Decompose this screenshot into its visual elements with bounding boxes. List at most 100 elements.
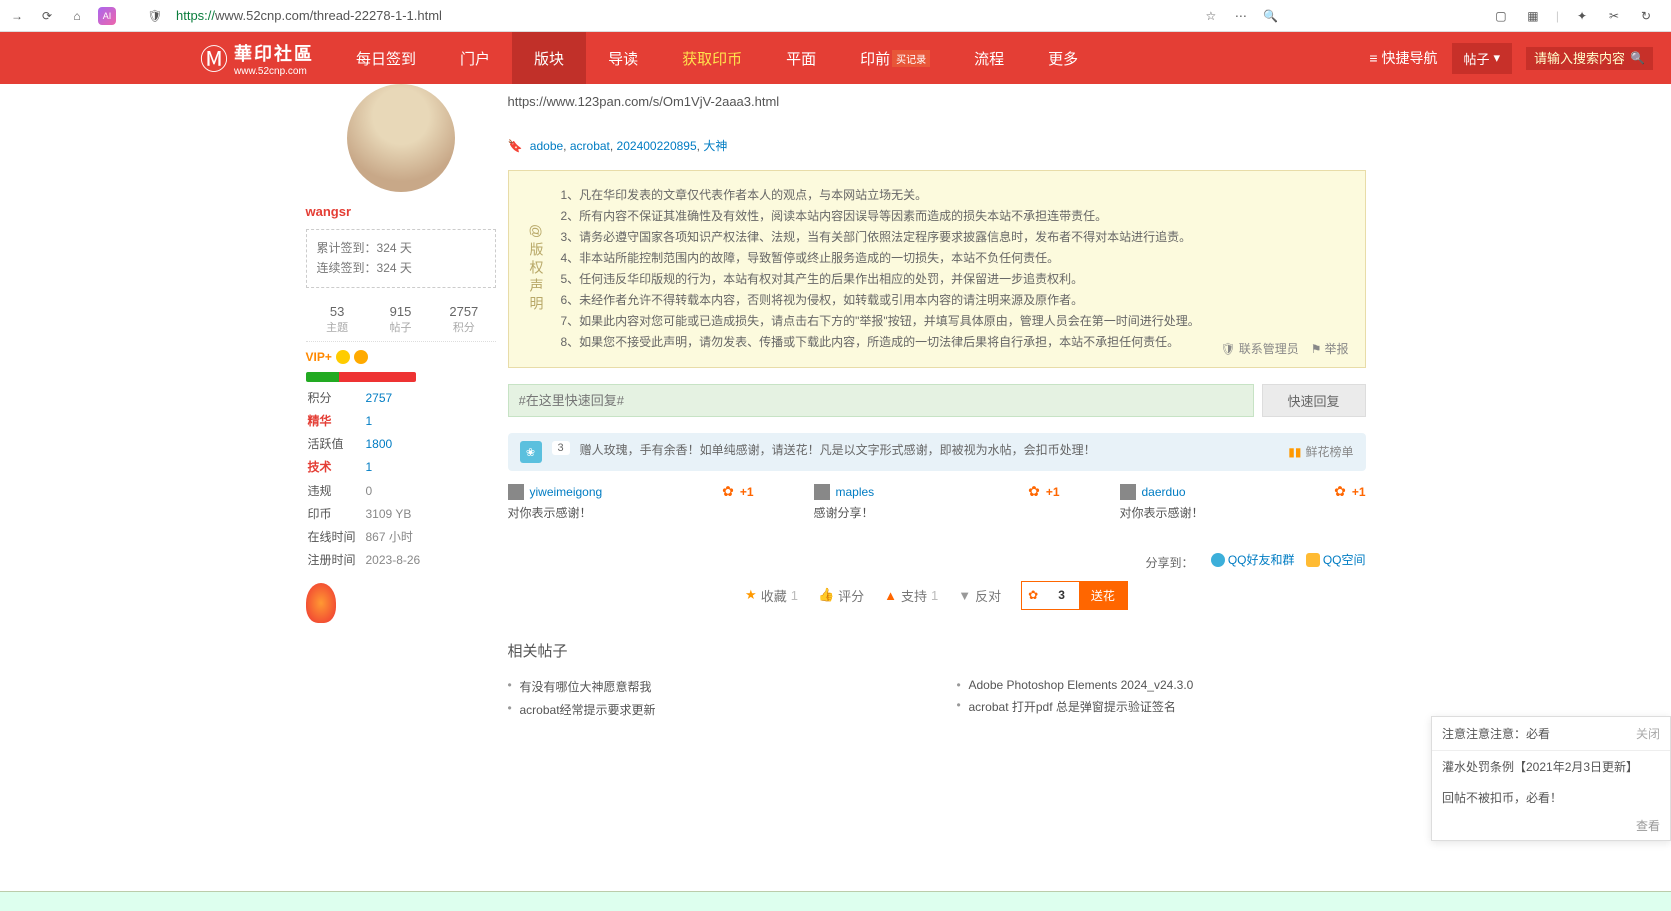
notice-footer[interactable]: 查看 (1432, 813, 1670, 840)
shield-icon: 🛡 (1220, 342, 1235, 356)
stat-threads[interactable]: 53主题 (306, 304, 369, 335)
tags-row: 🔖 adobe, acrobat, 202400220895, 大神 (508, 137, 1366, 154)
row-regtime: 注册时间2023-8-26 (308, 550, 494, 571)
related-link[interactable]: acrobat经常提示要求更新 (508, 698, 917, 721)
quick-reply-input[interactable] (508, 384, 1254, 417)
flower-icon: ✿ (1022, 583, 1044, 607)
browser-right-icons: ▢ ▦ | ✦ ✂ ↻ (1492, 7, 1663, 25)
notice-item[interactable]: 回帖不被扣币，必看！ (1432, 782, 1670, 813)
avatar[interactable] (347, 84, 455, 192)
tag-item[interactable]: 202400220895 (617, 139, 697, 153)
search-icon[interactable]: 🔍 (1630, 51, 1645, 65)
star-icon: ★ (745, 587, 757, 603)
disclaimer-title: @版权声明 (527, 185, 543, 353)
search-box: 🔍 (1526, 47, 1653, 70)
nav-plane[interactable]: 平面 (764, 32, 838, 84)
post-dropdown[interactable]: 帖子▾ (1452, 43, 1513, 74)
action-row: ★收藏1 👍评分 ▲支持1 ▼反对 ✿ 3 送花 (508, 581, 1366, 610)
tag-item[interactable]: adobe (530, 139, 563, 153)
favorite-button[interactable]: ★收藏1 (745, 586, 798, 605)
row-online: 在线时间867 小时 (308, 527, 494, 548)
tag-item[interactable]: 大神 (703, 139, 727, 153)
related-link[interactable]: Adobe Photoshop Elements 2024_v24.3.0 (957, 675, 1366, 695)
refresh-icon[interactable]: ↻ (1637, 7, 1655, 25)
notice-close[interactable]: 关闭 (1636, 725, 1660, 742)
avatar-icon (1120, 484, 1136, 500)
stat-posts[interactable]: 915帖子 (369, 304, 432, 335)
oppose-button[interactable]: ▼反对 (958, 586, 1001, 605)
qq-icon (1211, 553, 1225, 567)
sender-name[interactable]: maples (836, 485, 875, 499)
row-activity: 活跃值1800 (308, 434, 494, 455)
nav-portal[interactable]: 门户 (438, 32, 512, 84)
search-input[interactable] (1534, 51, 1624, 66)
ai-icon[interactable]: AI (98, 7, 116, 25)
rate-button[interactable]: 👍评分 (818, 586, 864, 605)
disclaimer-box: @版权声明 1、凡在华印发表的文章仅代表作者本人的观点，与本网站立场无关。 2、… (508, 170, 1366, 368)
related-link[interactable]: 有没有哪位大神愿意帮我 (508, 675, 917, 698)
related-title: 相关帖子 (508, 640, 1366, 661)
forward-icon[interactable]: → (8, 7, 26, 25)
medal-icon (306, 583, 336, 623)
flower-box: ❀ 3 赠人玫瑰，手有余香！如单纯感谢，请送花！凡是以文字形式感谢，即被视为水帖… (508, 433, 1366, 471)
moon-icon (354, 350, 368, 364)
wand-icon[interactable]: ✦ (1573, 7, 1591, 25)
notice-item[interactable]: 灌水处罚条例【2021年2月3日更新】 (1432, 751, 1670, 782)
sender-name[interactable]: yiweimeigong (530, 485, 603, 499)
row-tech: 技术1 (308, 457, 494, 478)
sender-item: daerduo✿+1 对你表示感谢！ (1120, 483, 1366, 521)
related-link[interactable]: acrobat 打开pdf 总是弹窗提示验证签名 (957, 695, 1366, 718)
support-button[interactable]: ▲支持1 (884, 586, 938, 605)
contact-admin-link[interactable]: 🛡联系管理员 (1220, 340, 1298, 357)
scissors-icon[interactable]: ✂ (1605, 7, 1623, 25)
nav-more[interactable]: 更多 (1026, 32, 1100, 84)
quick-nav[interactable]: ≡快捷导航 (1369, 48, 1437, 68)
list-icon: ≡ (1369, 50, 1377, 66)
notice-panel: 注意注意注意：必看 关闭 灌水处罚条例【2021年2月3日更新】 回帖不被扣币，… (1431, 716, 1671, 841)
disclaimer-lines: 1、凡在华印发表的文章仅代表作者本人的观点，与本网站立场无关。 2、所有内容不保… (561, 185, 1347, 353)
reload-icon[interactable]: ⟳ (38, 7, 56, 25)
nav-getcoin[interactable]: 获取印币 (660, 32, 764, 84)
share-qq[interactable]: QQ好友和群 (1211, 551, 1295, 568)
qzone-icon (1306, 553, 1320, 567)
row-points: 积分2757 (308, 388, 494, 409)
star-icon[interactable]: ☆ (1202, 7, 1220, 25)
vip-row: VIP+ (306, 350, 496, 364)
user-stats: 53主题 915帖子 2757积分 (306, 298, 496, 342)
site-navbar: Ⓜ 華印社區 www.52cnp.com 每日签到 门户 版块 导读 获取印币 … (0, 32, 1671, 84)
more-icon[interactable]: ⋯ (1232, 7, 1250, 25)
send-flower-button[interactable]: ✿ 3 送花 (1021, 581, 1128, 610)
username[interactable]: wangsr (306, 204, 496, 219)
thread-content: https://www.123pan.com/s/Om1VjV-2aaa3.ht… (508, 84, 1366, 727)
row-essence: 精华1 (308, 411, 494, 432)
nav-checkin[interactable]: 每日签到 (334, 32, 438, 84)
nav-guide[interactable]: 导读 (586, 32, 660, 84)
site-logo[interactable]: Ⓜ 華印社區 www.52cnp.com (200, 38, 314, 78)
nav-forums[interactable]: 版块 (512, 32, 586, 84)
url-bar[interactable]: https://www.52cnp.com/thread-22278-1-1.h… (176, 8, 1190, 23)
shield-icon[interactable]: 🛡 (146, 7, 164, 25)
tab-icon[interactable]: ▢ (1492, 7, 1510, 25)
report-icon: ⚑ (1311, 342, 1322, 356)
search-icon[interactable]: 🔍 (1262, 7, 1280, 25)
user-info-table: 积分2757 精华1 活跃值1800 技术1 违规0 印币3109 YB 在线时… (306, 386, 496, 574)
home-icon[interactable]: ⌂ (68, 7, 86, 25)
share-row: 分享到： QQ好友和群 QQ空间 (508, 551, 1366, 571)
nav-prepress[interactable]: 印前买记录 (838, 32, 952, 84)
avatar-icon (508, 484, 524, 500)
related-right: Adobe Photoshop Elements 2024_v24.3.0 ac… (957, 675, 1366, 721)
sender-row: yiweimeigong✿+1 对你表示感谢！ maples✿+1 感谢分享！ … (508, 483, 1366, 521)
tag-item[interactable]: acrobat (570, 139, 610, 153)
report-link[interactable]: ⚑举报 (1311, 340, 1349, 357)
status-bar (0, 891, 1671, 911)
share-qzone[interactable]: QQ空间 (1306, 551, 1366, 568)
signin-box: 累计签到：324 天 连续签到：324 天 (306, 229, 496, 288)
flower-rank-link[interactable]: ▮▮鲜花榜单 (1288, 443, 1353, 460)
flower-icon: ❀ (520, 441, 542, 463)
quick-reply-button[interactable]: 快速回复 (1262, 384, 1366, 417)
stat-points[interactable]: 2757积分 (432, 304, 495, 335)
grid-icon[interactable]: ▦ (1524, 7, 1542, 25)
sender-name[interactable]: daerduo (1142, 485, 1186, 499)
content-link[interactable]: https://www.123pan.com/s/Om1VjV-2aaa3.ht… (508, 90, 1366, 113)
nav-flow[interactable]: 流程 (952, 32, 1026, 84)
